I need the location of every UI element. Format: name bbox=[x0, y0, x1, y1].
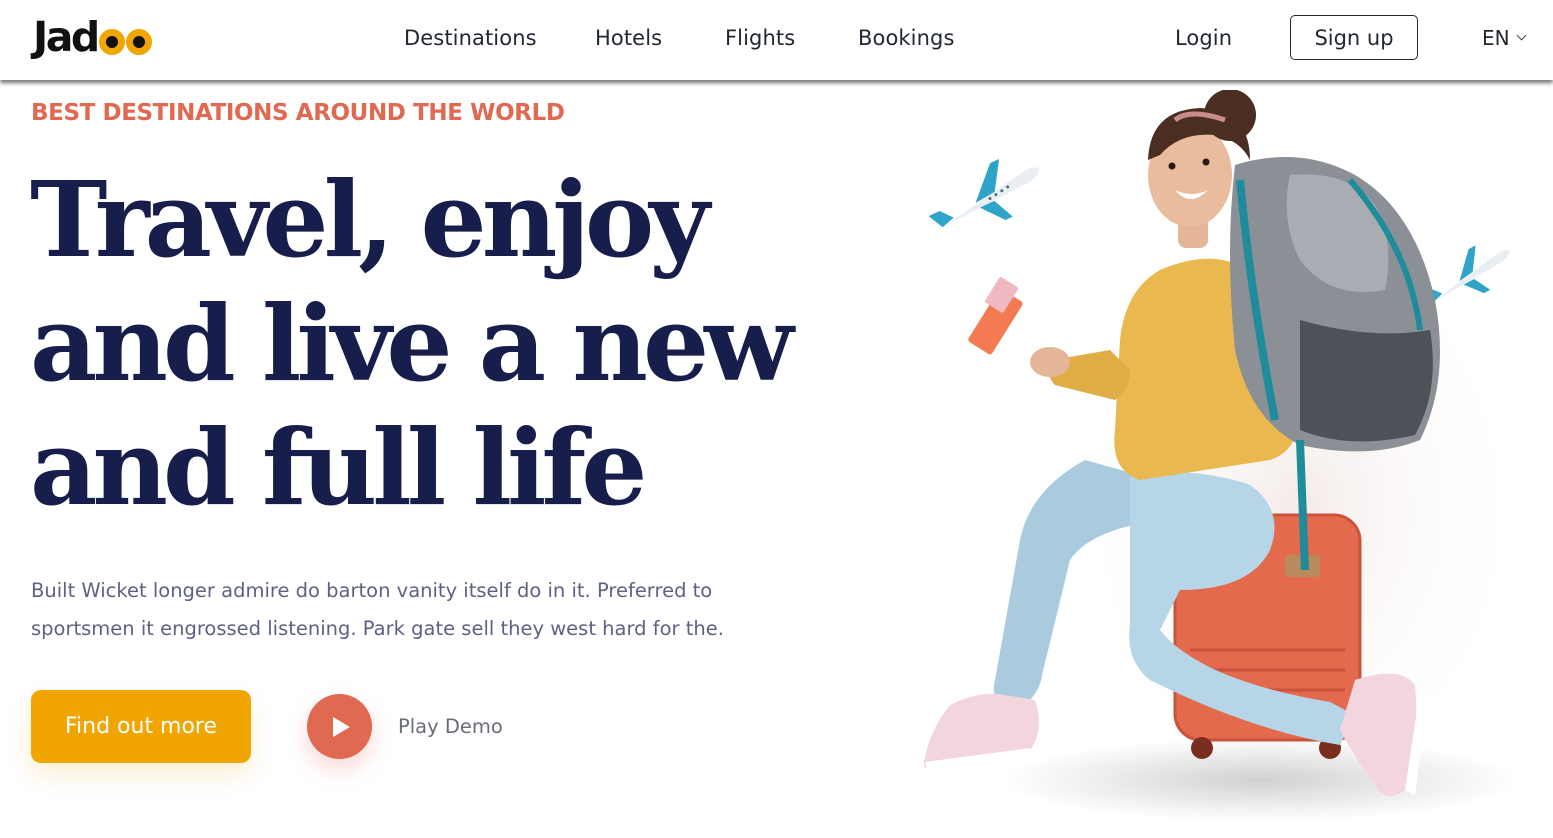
language-selector[interactable]: EN bbox=[1482, 24, 1527, 52]
headline-line: and live a new bbox=[30, 282, 794, 405]
hand bbox=[1030, 347, 1070, 377]
jadoo-logo[interactable]: Jad bbox=[33, 11, 152, 63]
hero-headline: Travel, enjoy and live a new and full li… bbox=[30, 158, 794, 530]
airplane-icon bbox=[928, 158, 1040, 228]
nav-link-flights[interactable]: Flights bbox=[725, 24, 795, 52]
headline-line: and full life bbox=[30, 406, 647, 529]
logo-text: Jad bbox=[33, 13, 100, 61]
nav-link-hotels[interactable]: Hotels bbox=[595, 24, 662, 52]
top-navigation-bar: Jad Destinations Hotels Flights Bookings… bbox=[0, 0, 1553, 80]
play-demo-label: Play Demo bbox=[398, 715, 503, 738]
description-line: sportsmen it engrossed listening. Park g… bbox=[31, 617, 724, 640]
nav-link-bookings[interactable]: Bookings bbox=[858, 24, 954, 52]
signup-button[interactable]: Sign up bbox=[1290, 15, 1418, 60]
floor-shadow bbox=[1000, 738, 1520, 822]
hero-description: Built Wicket longer admire do barton van… bbox=[31, 572, 751, 648]
logo-o-icon bbox=[98, 29, 125, 55]
nav-link-destinations[interactable]: Destinations bbox=[404, 24, 537, 52]
traveler-illustration bbox=[923, 90, 1530, 822]
language-label: EN bbox=[1482, 26, 1510, 50]
passport-icon bbox=[968, 277, 1023, 355]
logo-o-icon bbox=[125, 29, 152, 55]
hero-eyebrow: BEST DESTINATIONS AROUND THE WORLD bbox=[31, 100, 565, 126]
login-link[interactable]: Login bbox=[1175, 24, 1232, 52]
play-icon bbox=[307, 694, 372, 759]
headline-line: Travel, enjoy bbox=[30, 158, 710, 281]
chevron-down-icon bbox=[1516, 30, 1527, 40]
description-line: Built Wicket longer admire do barton van… bbox=[31, 579, 713, 602]
play-demo-button[interactable]: Play Demo bbox=[307, 694, 503, 759]
find-out-more-button[interactable]: Find out more bbox=[31, 690, 251, 763]
